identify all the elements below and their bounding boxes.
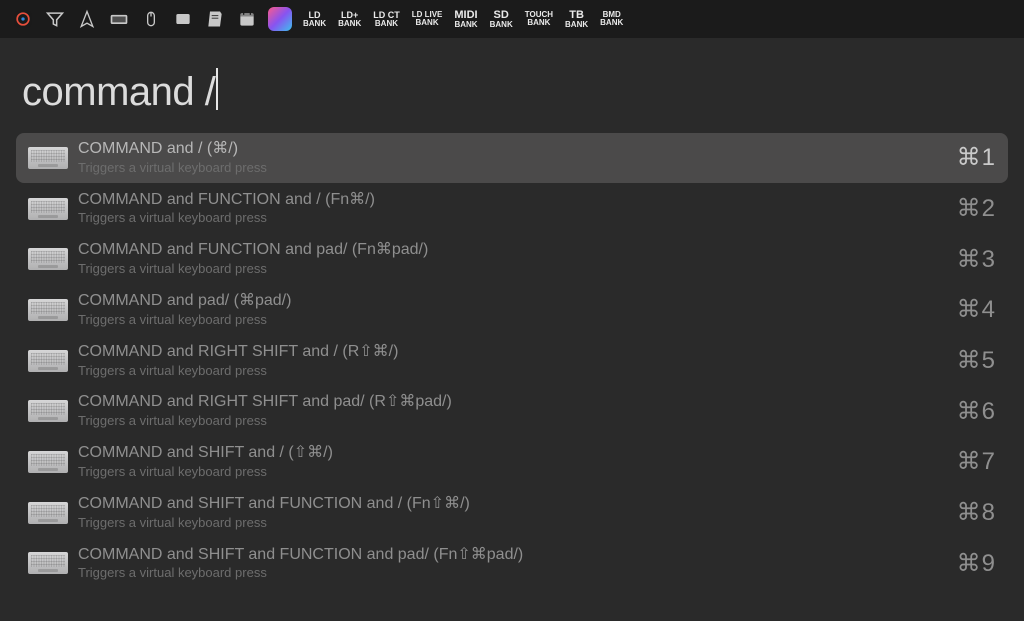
result-text: COMMAND and SHIFT and / (⇧⌘/)Triggers a … (78, 443, 957, 481)
calendar-icon[interactable] (232, 4, 262, 34)
result-row[interactable]: COMMAND and SHIFT and / (⇧⌘/)Triggers a … (16, 437, 1008, 487)
result-row[interactable]: COMMAND and SHIFT and FUNCTION and pad/ … (16, 539, 1008, 589)
bank-touch[interactable]: TOUCHBANK (520, 4, 558, 34)
result-shortcut: ⌘6 (957, 397, 996, 426)
result-text: COMMAND and FUNCTION and / (Fn⌘/)Trigger… (78, 190, 957, 228)
bank-bmd[interactable]: BMDBANK (595, 4, 628, 34)
keyboard-icon (28, 552, 68, 574)
keyboard-icon (28, 350, 68, 372)
keyboard-icon (28, 198, 68, 220)
result-subtitle: Triggers a virtual keyboard press (78, 515, 957, 532)
notes-icon[interactable] (200, 4, 230, 34)
result-title: COMMAND and RIGHT SHIFT and pad/ (R⇧⌘pad… (78, 392, 957, 413)
search-input[interactable]: command / (22, 63, 1002, 115)
result-shortcut: ⌘2 (957, 194, 996, 223)
result-title: COMMAND and SHIFT and FUNCTION and / (Fn… (78, 494, 957, 515)
result-text: COMMAND and FUNCTION and pad/ (Fn⌘pad/)T… (78, 240, 957, 278)
bank-ld[interactable]: LDBANK (298, 4, 331, 34)
result-subtitle: Triggers a virtual keyboard press (78, 413, 957, 430)
result-shortcut: ⌘5 (957, 346, 996, 375)
result-shortcut: ⌘9 (957, 549, 996, 578)
result-text: COMMAND and / (⌘/)Triggers a virtual key… (78, 139, 957, 177)
davinci-resolve-icon[interactable] (8, 4, 38, 34)
result-text: COMMAND and RIGHT SHIFT and pad/ (R⇧⌘pad… (78, 392, 957, 430)
search-area: command / (0, 38, 1024, 133)
result-row[interactable]: COMMAND and / (⌘/)Triggers a virtual key… (16, 133, 1008, 183)
result-subtitle: Triggers a virtual keyboard press (78, 565, 957, 582)
shortcuts-app-icon[interactable] (268, 7, 292, 31)
keyboard-icon (28, 299, 68, 321)
result-title: COMMAND and RIGHT SHIFT and / (R⇧⌘/) (78, 342, 957, 363)
result-title: COMMAND and pad/ (⌘pad/) (78, 291, 957, 312)
bank-ld-plus[interactable]: LD+BANK (333, 4, 366, 34)
result-shortcut: ⌘8 (957, 498, 996, 527)
result-shortcut: ⌘3 (957, 245, 996, 274)
bank-midi[interactable]: MIDIBANK (449, 4, 482, 34)
keyboard-icon (28, 147, 68, 169)
bank-ld-ct[interactable]: LD CTBANK (368, 4, 405, 34)
result-title: COMMAND and / (⌘/) (78, 139, 957, 160)
result-row[interactable]: COMMAND and FUNCTION and / (Fn⌘/)Trigger… (16, 184, 1008, 234)
mouse-icon[interactable] (136, 4, 166, 34)
result-subtitle: Triggers a virtual keyboard press (78, 261, 957, 278)
result-text: COMMAND and SHIFT and FUNCTION and / (Fn… (78, 494, 957, 532)
result-row[interactable]: COMMAND and FUNCTION and pad/ (Fn⌘pad/)T… (16, 234, 1008, 284)
result-shortcut: ⌘7 (957, 447, 996, 476)
trackpad-icon[interactable] (168, 4, 198, 34)
filter-icon[interactable] (40, 4, 70, 34)
result-shortcut: ⌘4 (957, 295, 996, 324)
keyboard-icon (28, 451, 68, 473)
bank-tb[interactable]: TBBANK (560, 4, 593, 34)
result-title: COMMAND and SHIFT and FUNCTION and pad/ … (78, 545, 957, 566)
result-title: COMMAND and FUNCTION and / (Fn⌘/) (78, 190, 957, 211)
result-subtitle: Triggers a virtual keyboard press (78, 160, 957, 177)
keyboard-icon (28, 400, 68, 422)
result-row[interactable]: COMMAND and pad/ (⌘pad/)Triggers a virtu… (16, 285, 1008, 335)
result-subtitle: Triggers a virtual keyboard press (78, 312, 957, 329)
result-subtitle: Triggers a virtual keyboard press (78, 363, 957, 380)
keyboard-icon (28, 502, 68, 524)
result-text: COMMAND and RIGHT SHIFT and / (R⇧⌘/)Trig… (78, 342, 957, 380)
result-subtitle: Triggers a virtual keyboard press (78, 210, 957, 227)
text-cursor (216, 68, 218, 110)
result-title: COMMAND and FUNCTION and pad/ (Fn⌘pad/) (78, 240, 957, 261)
result-subtitle: Triggers a virtual keyboard press (78, 464, 957, 481)
compass-icon[interactable] (72, 4, 102, 34)
result-text: COMMAND and pad/ (⌘pad/)Triggers a virtu… (78, 291, 957, 329)
bank-sd[interactable]: SDBANK (485, 4, 518, 34)
keyboard-icon[interactable] (104, 4, 134, 34)
keyboard-icon (28, 248, 68, 270)
result-title: COMMAND and SHIFT and / (⇧⌘/) (78, 443, 957, 464)
result-shortcut: ⌘1 (957, 143, 996, 172)
search-query-text: command / (22, 70, 215, 115)
results-list: COMMAND and / (⌘/)Triggers a virtual key… (0, 133, 1024, 588)
result-text: COMMAND and SHIFT and FUNCTION and pad/ … (78, 545, 957, 583)
bank-ld-live[interactable]: LD LIVEBANK (407, 4, 448, 34)
result-row[interactable]: COMMAND and RIGHT SHIFT and pad/ (R⇧⌘pad… (16, 386, 1008, 436)
result-row[interactable]: COMMAND and SHIFT and FUNCTION and / (Fn… (16, 488, 1008, 538)
menubar: LDBANK LD+BANK LD CTBANK LD LIVEBANK MID… (0, 0, 1024, 38)
result-row[interactable]: COMMAND and RIGHT SHIFT and / (R⇧⌘/)Trig… (16, 336, 1008, 386)
